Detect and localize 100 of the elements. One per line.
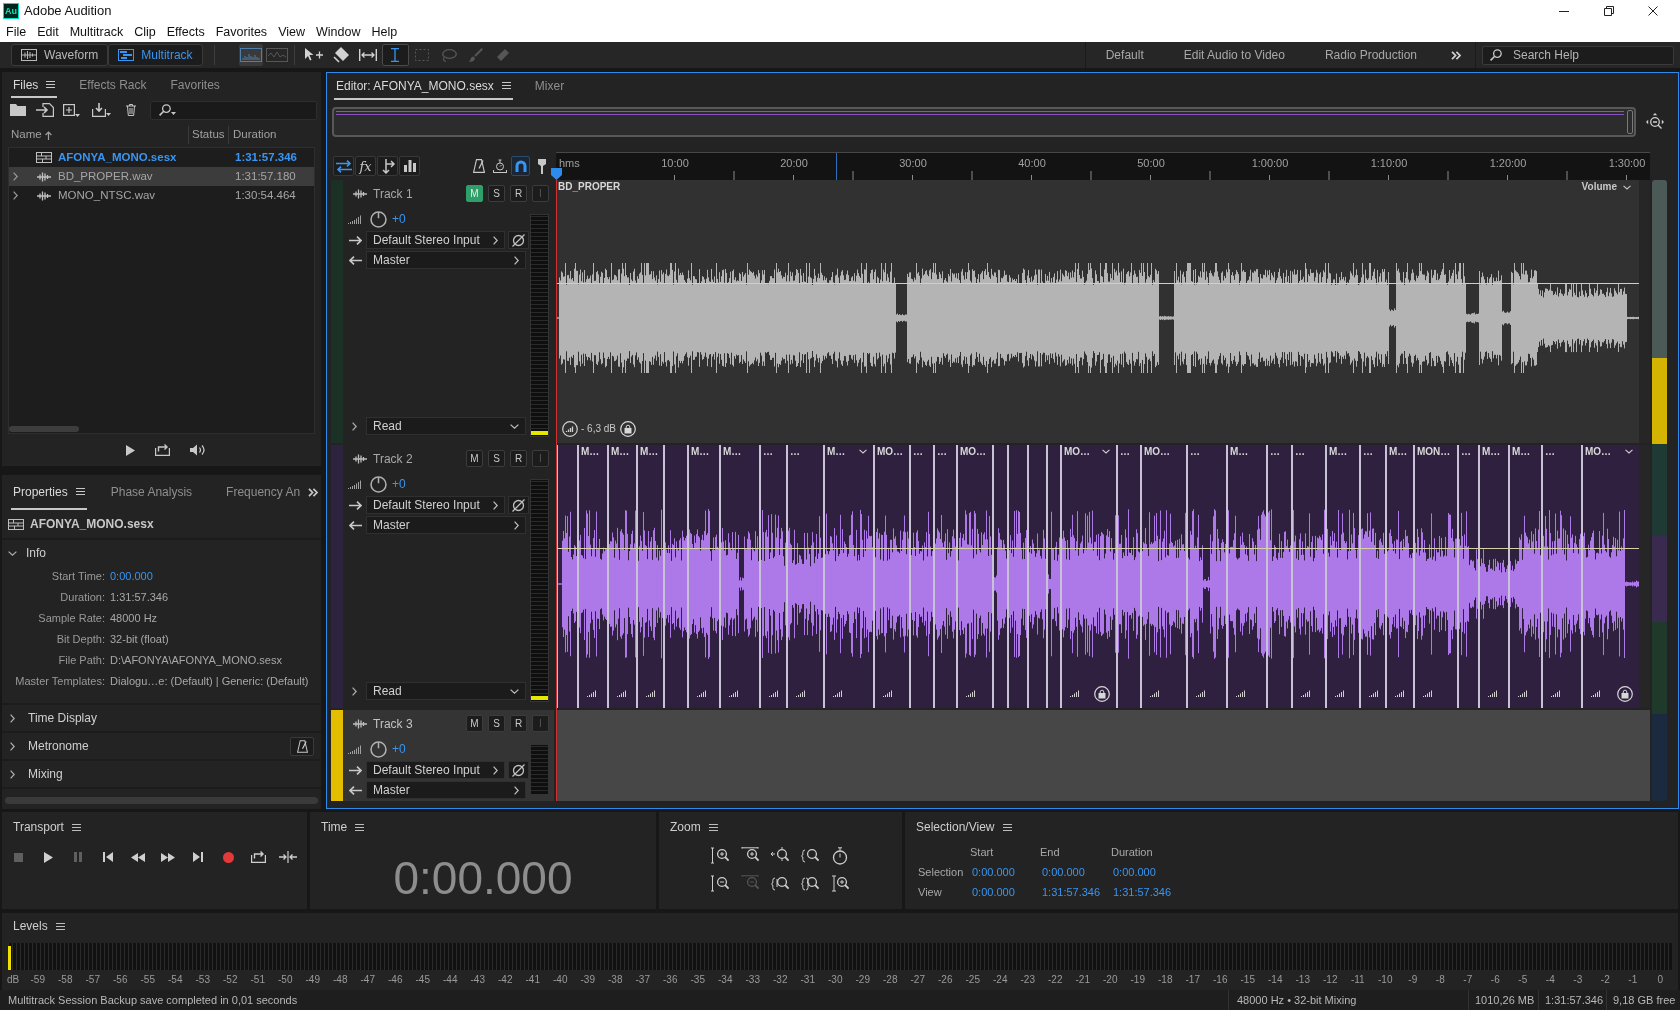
audio-clip[interactable]: … bbox=[1186, 445, 1226, 708]
audio-clip[interactable]: M… bbox=[823, 445, 873, 708]
zoom-in-icon[interactable] bbox=[831, 875, 849, 893]
audio-clip[interactable] bbox=[992, 445, 1007, 708]
lock-icon[interactable] bbox=[620, 421, 636, 437]
box-arrow-icon[interactable] bbox=[155, 444, 170, 456]
phase-button[interactable] bbox=[508, 496, 529, 514]
record-icon[interactable] bbox=[222, 851, 234, 863]
column-header[interactable]: Name bbox=[11, 126, 42, 144]
audio-clip[interactable] bbox=[556, 445, 577, 708]
search-field[interactable] bbox=[150, 100, 317, 120]
chevron-right-icon[interactable] bbox=[10, 741, 15, 751]
track-name[interactable]: Track 1 bbox=[373, 184, 413, 203]
time-value[interactable]: 0:00.000 bbox=[1040, 863, 1111, 881]
audio-clip[interactable]: … bbox=[786, 445, 823, 708]
workspace-tab[interactable]: Edit Audio to Video bbox=[1163, 46, 1305, 64]
double-chevron-icon[interactable] bbox=[308, 488, 319, 497]
menu-icon[interactable] bbox=[75, 488, 85, 495]
dropdown[interactable]: Default Stereo Input bbox=[366, 761, 505, 779]
audio-clip[interactable]: M… bbox=[1508, 445, 1541, 708]
audio-clip[interactable]: M… bbox=[577, 445, 607, 708]
column-header[interactable]: Duration bbox=[228, 126, 277, 144]
time-value[interactable]: 0:00.000 bbox=[970, 863, 1040, 881]
menu-item[interactable]: Window bbox=[316, 22, 361, 42]
section-header[interactable]: Time Display bbox=[28, 709, 97, 727]
audio-clip[interactable]: MO… bbox=[956, 445, 992, 708]
knob-icon[interactable] bbox=[370, 210, 387, 228]
chevron-down-icon[interactable] bbox=[1625, 449, 1633, 454]
dropdown[interactable]: Master bbox=[366, 251, 526, 269]
menu-icon[interactable] bbox=[355, 823, 365, 831]
skip-to-end-icon[interactable] bbox=[193, 852, 203, 862]
skip-arrows-icon[interactable] bbox=[279, 851, 297, 863]
menu-item[interactable]: Help bbox=[371, 22, 398, 42]
dropdown[interactable]: Default Stereo Input bbox=[366, 496, 505, 514]
menu-item[interactable]: View bbox=[278, 22, 305, 42]
play-icon[interactable] bbox=[43, 851, 53, 863]
view-button[interactable] bbox=[333, 156, 354, 176]
chevron-down-icon[interactable] bbox=[859, 449, 867, 454]
box-arrow-icon[interactable] bbox=[250, 851, 266, 863]
tab[interactable]: Favorites bbox=[168, 73, 222, 98]
audio-clip[interactable]: M… bbox=[1226, 445, 1266, 708]
zoom-bracket-icon[interactable] bbox=[771, 875, 789, 893]
audio-clip[interactable] bbox=[663, 445, 687, 708]
volume-value[interactable]: +0 bbox=[392, 475, 406, 493]
chevron-right-icon[interactable] bbox=[352, 686, 357, 696]
sort-arrow-icon[interactable] bbox=[44, 130, 52, 140]
menu-icon[interactable] bbox=[71, 823, 81, 831]
add-icon[interactable] bbox=[63, 103, 80, 117]
audio-clip[interactable]: M… bbox=[1385, 445, 1413, 708]
audio-clip[interactable]: M… bbox=[607, 445, 636, 708]
skip-to-start-icon[interactable] bbox=[103, 852, 113, 862]
property-value[interactable]: 0:00.000 bbox=[110, 568, 153, 585]
audio-clip[interactable]: … bbox=[1291, 445, 1325, 708]
play-icon[interactable] bbox=[126, 444, 135, 456]
volume-value[interactable]: +0 bbox=[392, 210, 406, 228]
audio-clip[interactable]: MO… bbox=[1581, 445, 1639, 708]
audio-clip[interactable] bbox=[1027, 445, 1046, 708]
chevron-right-icon[interactable] bbox=[12, 191, 18, 200]
stopwatch-icon[interactable] bbox=[831, 847, 849, 865]
envelope-menu[interactable]: Volume bbox=[1581, 181, 1631, 193]
audio-clip[interactable]: … bbox=[1116, 445, 1140, 708]
view-button[interactable]: fx bbox=[355, 156, 376, 176]
tray-down-arrow-icon[interactable] bbox=[92, 103, 111, 117]
tab[interactable]: Phase Analysis bbox=[108, 475, 195, 510]
dropdown[interactable]: Read bbox=[366, 682, 526, 700]
menu-item[interactable]: Favorites bbox=[215, 22, 268, 42]
phase-button[interactable] bbox=[508, 761, 529, 779]
chevron-right-icon[interactable] bbox=[10, 769, 15, 779]
time-value[interactable]: 1:31:57.346 bbox=[1111, 883, 1201, 901]
knob-icon[interactable] bbox=[370, 475, 387, 493]
audio-clip[interactable]: BD_PROPER Volume - 6,3 dB bbox=[556, 180, 1639, 443]
track-toggle-button[interactable]: M bbox=[466, 450, 483, 467]
tab[interactable]: Editor: AFONYA_MONO.sesx bbox=[334, 73, 513, 100]
knob-icon[interactable] bbox=[370, 740, 387, 758]
rewind-icon[interactable] bbox=[131, 852, 145, 862]
section-header[interactable]: Info bbox=[26, 544, 46, 562]
view-tab[interactable]: Multitrack bbox=[108, 44, 203, 66]
audio-clip[interactable]: M… bbox=[687, 445, 719, 708]
audio-clip[interactable]: M… bbox=[1325, 445, 1359, 708]
horizontal-scrollbar[interactable] bbox=[9, 426, 79, 432]
workspace-tab[interactable]: Radio Production bbox=[1304, 46, 1437, 64]
overview-bar[interactable] bbox=[332, 107, 1636, 137]
zoom-in-icon[interactable] bbox=[711, 847, 729, 865]
menu-icon[interactable] bbox=[708, 823, 718, 831]
search-field[interactable]: Search Help bbox=[1482, 45, 1674, 65]
audio-clip[interactable]: … bbox=[759, 445, 786, 708]
clip-gain-value[interactable]: - 6,3 dB bbox=[581, 423, 617, 435]
minimize-icon[interactable] bbox=[1559, 10, 1569, 12]
double-chevron-icon[interactable] bbox=[1451, 50, 1461, 60]
track-toggle-button[interactable]: S bbox=[488, 450, 505, 467]
menu-item[interactable]: File bbox=[6, 22, 27, 42]
time-value[interactable]: 1:31:57.346 bbox=[1040, 883, 1111, 901]
column-header[interactable]: Status bbox=[188, 126, 228, 144]
track-toggle-button[interactable]: R bbox=[510, 715, 527, 732]
audio-clip[interactable] bbox=[1046, 445, 1060, 708]
horizontal-scrollbar[interactable] bbox=[5, 797, 318, 804]
file-row[interactable]: BD_PROPER.wav 1:31:57.180 bbox=[9, 167, 314, 186]
audio-clip[interactable]: M… bbox=[636, 445, 663, 708]
audio-clip[interactable]: … bbox=[1359, 445, 1385, 708]
menu-item[interactable]: Edit bbox=[37, 22, 59, 42]
